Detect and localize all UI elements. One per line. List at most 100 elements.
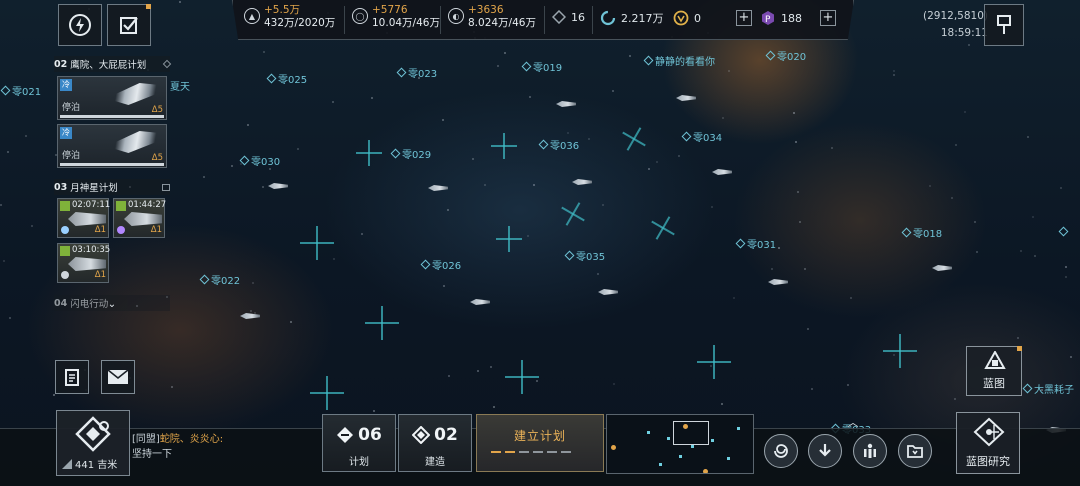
- node-diamond-icon: [538, 139, 549, 150]
- star: [804, 268, 806, 270]
- map-node[interactable]: 零023: [396, 65, 437, 80]
- fleet-marker[interactable]: [697, 345, 731, 379]
- map-node[interactable]: 零021: [0, 83, 41, 98]
- plan-group-header[interactable]: 03 月神星计划: [54, 179, 170, 195]
- node-diamond-icon: [564, 250, 575, 261]
- crystal-icon: ◯: [352, 8, 368, 24]
- fleet-marker[interactable]: [496, 226, 522, 252]
- ship-marker[interactable]: [572, 176, 592, 188]
- build-timer-card[interactable]: 02:07:11 Δ1: [57, 198, 110, 238]
- ship-marker[interactable]: [240, 310, 260, 322]
- ship-marker[interactable]: [470, 296, 490, 308]
- map-node[interactable]: 零031: [735, 236, 776, 251]
- ship-marker[interactable]: [268, 180, 288, 192]
- map-node[interactable]: 零025: [266, 71, 307, 86]
- star: [656, 161, 658, 163]
- fleet-marker[interactable]: [365, 306, 399, 340]
- gas-icon: ◐: [448, 8, 464, 24]
- star: [711, 206, 713, 208]
- enemy-tag[interactable]: 大黑耗子: [1022, 381, 1074, 396]
- plan-group-header[interactable]: 02 鹰院、大屁屁计划: [54, 56, 172, 72]
- fleet-card[interactable]: 冷 停泊 Δ5: [57, 124, 167, 168]
- event-button[interactable]: [58, 4, 102, 46]
- fleet-marker[interactable]: [505, 360, 539, 394]
- build-timer-card[interactable]: 01:44:27 Δ1: [113, 198, 166, 238]
- map-node[interactable]: 零018: [901, 225, 942, 240]
- star: [373, 410, 375, 412]
- star: [371, 97, 373, 99]
- collapse-chevron-icon[interactable]: ⌄: [100, 297, 124, 311]
- currency-a[interactable]: 2.217万: [600, 10, 664, 26]
- star: [721, 403, 723, 405]
- type-dot: [117, 226, 125, 234]
- lightning-circle-icon: [69, 14, 91, 36]
- fleet-marker[interactable]: [883, 334, 917, 368]
- map-node[interactable]: 零022: [199, 272, 240, 287]
- star: [1060, 187, 1062, 189]
- report-button[interactable]: [55, 360, 89, 394]
- ship-marker[interactable]: [768, 276, 788, 288]
- node-diamond-icon: [266, 73, 277, 84]
- task-button[interactable]: [107, 4, 151, 46]
- star: [968, 44, 970, 46]
- fleet-marker[interactable]: [356, 140, 382, 166]
- star: [893, 70, 895, 72]
- fleet-marker[interactable]: [310, 376, 344, 410]
- map-node[interactable]: 零019: [521, 59, 562, 74]
- map-node[interactable]: 零036: [538, 137, 579, 152]
- currency-c[interactable]: P 188: [760, 10, 802, 26]
- download-button[interactable]: [808, 434, 842, 468]
- premium-p-icon: P: [762, 11, 774, 25]
- star: [793, 112, 795, 114]
- build-timer-card[interactable]: 03:10:35 Δ1: [57, 243, 110, 283]
- ship-marker[interactable]: [428, 182, 448, 194]
- plan-button[interactable]: 06 计划: [322, 414, 396, 472]
- alliance-chat[interactable]: [同盟]蛇院、炎炎心: 坚持一下: [132, 432, 318, 472]
- star: [7, 151, 9, 153]
- mail-button[interactable]: [101, 360, 135, 394]
- create-plan-button[interactable]: 建立计划: [476, 414, 604, 472]
- star: [297, 148, 299, 150]
- ship-marker[interactable]: [598, 286, 618, 298]
- storage-button[interactable]: [898, 434, 932, 468]
- currency-b[interactable]: 0: [673, 10, 701, 26]
- svg-text:P: P: [765, 15, 771, 25]
- map-node[interactable]: 零026: [420, 257, 461, 272]
- map-node[interactable]: 静静的看看你: [643, 53, 715, 68]
- build-tag: [60, 201, 70, 211]
- blueprint-button[interactable]: 蓝图: [966, 346, 1022, 396]
- ship-marker[interactable]: [676, 92, 696, 104]
- build-button[interactable]: 02 建造: [398, 414, 472, 472]
- galaxy-button[interactable]: [764, 434, 798, 468]
- minimap-base-marker: [703, 469, 708, 473]
- expand-up-chevron-icon[interactable]: ︿: [842, 414, 864, 429]
- alliance-button[interactable]: [853, 434, 887, 468]
- blueprint-research-button[interactable]: 蓝图研究: [956, 412, 1020, 474]
- map-node[interactable]: 零029: [390, 146, 431, 161]
- map-node[interactable]: 零020: [765, 48, 806, 63]
- fleet-marker[interactable]: [300, 226, 334, 260]
- minimap[interactable]: [606, 414, 754, 474]
- add-currency-b-button[interactable]: +: [736, 10, 752, 26]
- fleet-count[interactable]: 16: [552, 10, 585, 24]
- fleet-marker[interactable]: [491, 133, 517, 159]
- add-currency-c-button[interactable]: +: [820, 10, 836, 26]
- star: [722, 117, 724, 119]
- star: [252, 282, 254, 284]
- fleet-card[interactable]: 冷 停泊 Δ5: [57, 76, 167, 120]
- star: [361, 233, 363, 235]
- star: [893, 74, 895, 76]
- ship-marker[interactable]: [712, 166, 732, 178]
- map-node[interactable]: 零035: [564, 248, 605, 263]
- bookmark-button[interactable]: [984, 4, 1024, 46]
- resource-metal[interactable]: ▲ +5.5万 432万/2020万: [244, 4, 335, 30]
- star: [332, 101, 334, 103]
- player-tag[interactable]: 夏天: [170, 78, 190, 93]
- resource-gas[interactable]: ◐ +3636 8.024万/46万: [448, 4, 536, 30]
- ship-marker[interactable]: [556, 98, 576, 110]
- map-node[interactable]: 零034: [681, 129, 722, 144]
- map-node[interactable]: 零030: [239, 153, 280, 168]
- map-node[interactable]: [1058, 226, 1069, 237]
- ship-marker[interactable]: [932, 262, 952, 274]
- resource-crystal[interactable]: ◯ +5776 10.04万/46万: [352, 4, 440, 30]
